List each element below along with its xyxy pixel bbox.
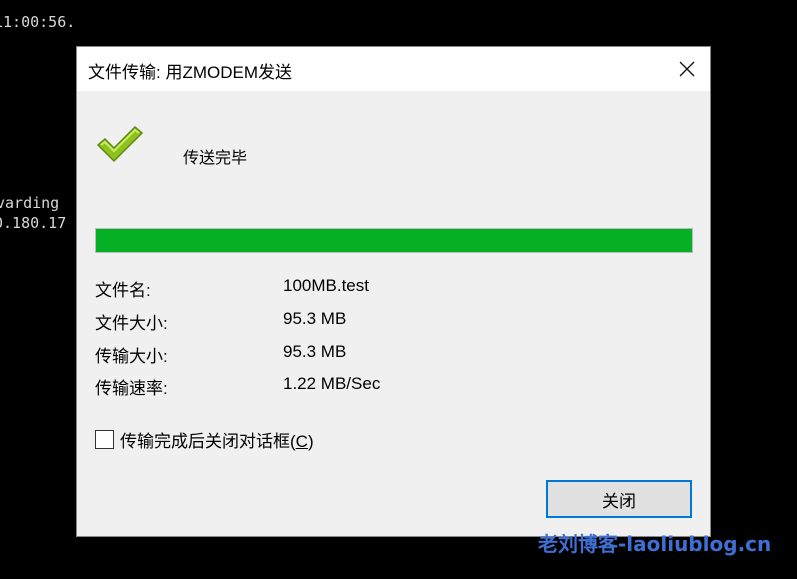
checkbox-label: 传输完成后关闭对话框(C) xyxy=(120,432,314,451)
progress-bar xyxy=(95,228,693,253)
dialog-titlebar[interactable]: 文件传输: 用ZMODEM发送 xyxy=(77,47,710,91)
checkbox-mnemonic: C xyxy=(295,432,308,451)
terminal-line: 0.180.17 xyxy=(0,214,67,232)
detail-label: 文件大小: xyxy=(95,314,168,333)
checkbox-box[interactable] xyxy=(95,430,114,449)
detail-value: 95.3 MB xyxy=(283,342,347,361)
close-on-complete-checkbox[interactable]: 传输完成后关闭对话框(C) xyxy=(95,427,314,452)
detail-value: 1.22 MB/Sec xyxy=(283,374,381,393)
check-icon xyxy=(95,123,145,167)
terminal-line: 11:00:56. xyxy=(0,13,76,31)
detail-label: 文件名: xyxy=(95,281,151,300)
detail-label: 传输大小: xyxy=(95,347,168,366)
terminal-line: varding xyxy=(0,194,60,212)
detail-value: 100MB.test xyxy=(283,276,369,295)
dialog-title: 文件传输: 用ZMODEM发送 xyxy=(88,63,292,82)
detail-label: 传输速率: xyxy=(95,379,168,398)
close-button[interactable]: 关闭 xyxy=(546,480,692,518)
progress-fill xyxy=(96,229,692,252)
close-icon[interactable] xyxy=(664,47,710,91)
watermark: 老刘博客-laoliublog.cn xyxy=(538,532,772,556)
detail-value: 95.3 MB xyxy=(283,309,347,328)
file-transfer-dialog: 文件传输: 用ZMODEM发送 传送完毕 文件名: 100MB.test 文件大… xyxy=(76,46,711,537)
status-text: 传送完毕 xyxy=(183,150,248,167)
